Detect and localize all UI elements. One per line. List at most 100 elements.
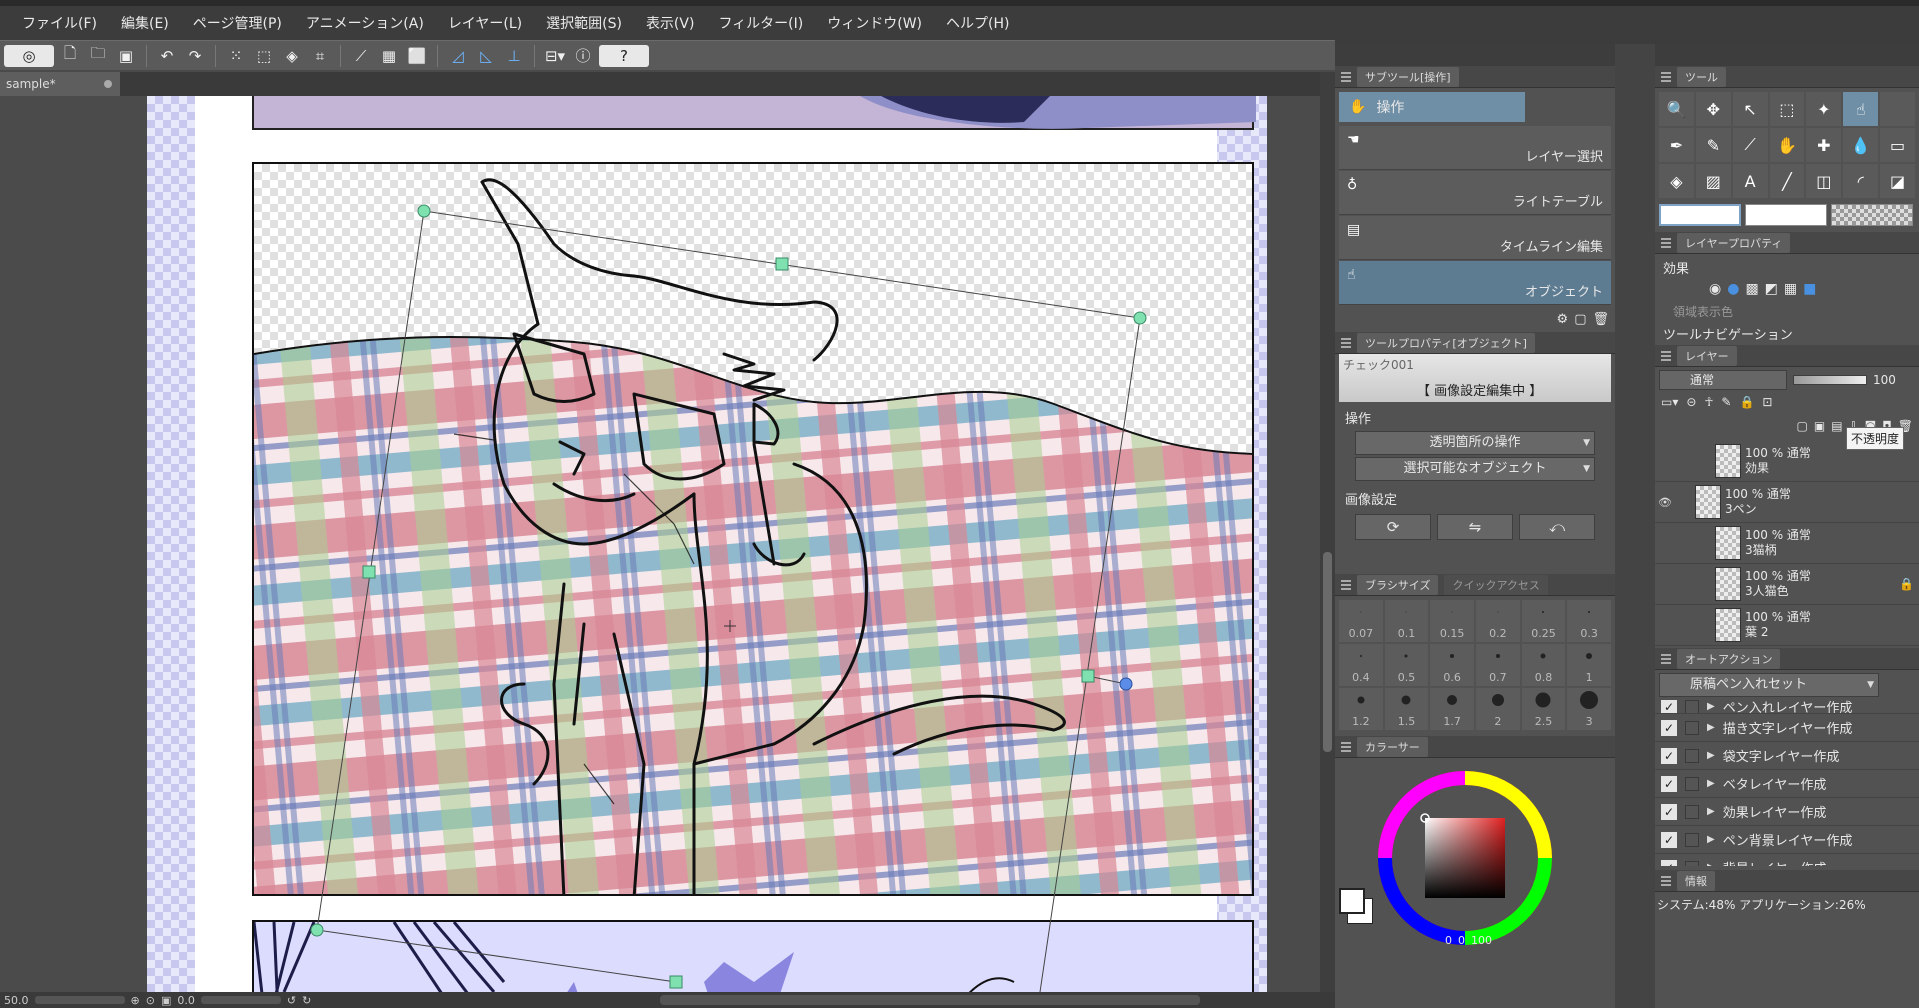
text-tool-icon[interactable]: A <box>1732 164 1768 198</box>
auto-action-tab[interactable]: オートアクション <box>1677 648 1781 669</box>
decoration-tool-icon[interactable]: ✚ <box>1806 128 1842 162</box>
rotate-right-icon[interactable]: ↻ <box>302 994 311 1007</box>
check-icon[interactable]: ✓ <box>1661 775 1677 792</box>
panel-grip-icon[interactable] <box>1661 653 1671 664</box>
menu-view[interactable]: 表示(V) <box>634 13 707 33</box>
layer-row[interactable]: 100 % 通常葉 2 <box>1655 605 1919 646</box>
auto-action-set-dropdown[interactable]: 原稿ペン入れセット <box>1659 673 1879 697</box>
snap-grid-icon[interactable]: ⊥ <box>502 45 526 67</box>
scrollbar-thumb[interactable] <box>1323 552 1332 752</box>
transform-handle-edge[interactable] <box>1081 669 1095 683</box>
menu-animation[interactable]: アニメーション(A) <box>294 13 436 33</box>
menu-layer[interactable]: レイヤー(L) <box>436 13 534 33</box>
brush-size-cell[interactable]: 1.7 <box>1430 688 1474 730</box>
menu-file[interactable]: ファイル(F) <box>10 13 109 33</box>
menu-help[interactable]: ヘルプ(H) <box>934 13 1021 33</box>
check-icon[interactable]: ✓ <box>1661 747 1677 764</box>
layer-color-swatch-icon[interactable]: ■ <box>1803 281 1816 297</box>
subtool-tab[interactable]: サブツール[操作] <box>1357 66 1459 87</box>
layer-row[interactable]: 100 % 通常 3猫柄 <box>1655 523 1919 564</box>
panel-grip-icon[interactable] <box>1661 71 1671 82</box>
opacity-value[interactable]: 100 <box>1873 373 1896 387</box>
layer-property-tab[interactable]: レイヤープロパティ <box>1677 232 1791 253</box>
gradient-tool-icon[interactable]: ▨ <box>1695 164 1731 198</box>
canvas-vertical-scrollbar[interactable] <box>1320 72 1335 992</box>
zoom-slider[interactable] <box>34 996 125 1004</box>
zoom-readout[interactable]: 50.0 <box>4 994 29 1007</box>
new-folder-icon[interactable]: ▤ <box>1831 419 1842 439</box>
layer-tab[interactable]: レイヤー <box>1677 345 1737 366</box>
image-setting-flip-icon[interactable]: ⇋ <box>1437 514 1513 540</box>
expand-icon[interactable]: ▶ <box>1707 778 1715 789</box>
quick-access-tab[interactable]: クイックアクセス <box>1444 574 1548 595</box>
dialog-toggle[interactable] <box>1685 700 1699 713</box>
check-icon[interactable]: ✓ <box>1661 831 1677 848</box>
brush-size-cell[interactable]: 3 <box>1567 688 1611 730</box>
selection-handles-icon[interactable]: ⁙ <box>224 45 248 67</box>
brush-size-cell[interactable]: 0.3 <box>1567 600 1611 642</box>
check-icon[interactable]: ✓ <box>1661 700 1677 713</box>
fill-tool-icon[interactable]: ◈ <box>1659 164 1694 198</box>
panel-grip-icon[interactable] <box>1341 71 1351 82</box>
fit-icon[interactable]: ⊕ <box>131 994 140 1007</box>
brush-size-cell[interactable]: 0.15 <box>1430 600 1474 642</box>
expand-icon[interactable]: ▶ <box>1707 722 1715 733</box>
frame-tool-icon[interactable]: ◫ <box>1806 164 1842 198</box>
pattern-effect-icon[interactable]: ▦ <box>1784 281 1797 297</box>
brush-size-cell[interactable]: 2.5 <box>1521 688 1566 730</box>
subtool-light-table[interactable]: ♁ ライトテーブル <box>1339 171 1611 215</box>
clip-layer-icon[interactable]: ⊝ <box>1686 395 1696 415</box>
menu-window[interactable]: ウィンドウ(W) <box>815 13 934 33</box>
brush-size-tab[interactable]: ブラシサイズ <box>1357 574 1439 595</box>
transform-handle-edge[interactable] <box>362 565 376 579</box>
pencil-tool-icon[interactable]: ✎ <box>1695 128 1731 162</box>
brush-size-cell[interactable]: 0.4 <box>1339 644 1383 686</box>
dialog-toggle[interactable] <box>1685 748 1699 763</box>
transform-handle-corner[interactable] <box>417 204 431 218</box>
subtool-settings-icon[interactable]: ⚙ <box>1557 312 1569 327</box>
check-icon[interactable]: ✓ <box>1661 803 1677 820</box>
auto-action-item[interactable]: ✓ ▶ 効果レイヤー作成 <box>1655 798 1919 826</box>
panel-grip-icon[interactable] <box>1341 741 1351 752</box>
transform-icon[interactable]: ⬚ <box>252 45 276 67</box>
brush-tool-icon[interactable]: ⟋ <box>1732 128 1768 162</box>
object-tool-icon[interactable]: ☝ <box>1843 92 1879 126</box>
snap-special-ruler-icon[interactable]: ◺ <box>474 45 498 67</box>
dialog-toggle[interactable] <box>1685 720 1699 735</box>
tone-effect-icon[interactable]: ▩ <box>1745 281 1758 297</box>
layer-row[interactable]: 100 % 通常 3人猫色 🔒 <box>1655 564 1919 605</box>
brush-size-cell[interactable]: 0.7 <box>1476 644 1520 686</box>
layer-lock-icon[interactable]: 🔒 <box>1899 577 1919 591</box>
brush-size-cell[interactable]: 1 <box>1567 644 1611 686</box>
pen-tool-icon[interactable]: ✒ <box>1659 128 1694 162</box>
rotate-left-icon[interactable]: ↺ <box>287 994 296 1007</box>
move-tool-icon[interactable]: ✥ <box>1695 92 1731 126</box>
brush-size-cell[interactable]: 0.5 <box>1384 644 1429 686</box>
color-wheel-tab[interactable]: カラーサー <box>1357 736 1428 757</box>
expand-icon[interactable]: ▶ <box>1707 806 1715 817</box>
correction-tool-icon[interactable]: ◪ <box>1880 164 1915 198</box>
expand-icon[interactable]: ▶ <box>1707 834 1715 845</box>
auto-action-item[interactable]: ✓ ▶ 袋文字レイヤー作成 <box>1655 742 1919 770</box>
new-raster-layer-icon[interactable]: ▢ <box>1797 419 1808 439</box>
expand-icon[interactable]: ▶ <box>1707 862 1715 866</box>
delete-subtool-icon[interactable]: 🗑 <box>1592 312 1609 327</box>
brush-size-cell[interactable]: 0.25 <box>1521 600 1566 642</box>
panel-grip-icon[interactable] <box>1341 579 1351 590</box>
layer-row[interactable]: 👁 100 % 通常 3ペン <box>1655 482 1919 523</box>
eraser-tool-icon[interactable]: ▭ <box>1880 128 1915 162</box>
subtool-operation-button[interactable]: ✋ 操作 <box>1339 92 1525 122</box>
duplicate-subtool-icon[interactable]: ▢ <box>1574 312 1586 327</box>
snap-ruler-icon[interactable]: ◿ <box>446 45 470 67</box>
mask-effect-icon[interactable]: ◩ <box>1765 281 1778 297</box>
zoom-tool-icon[interactable]: 🔍 <box>1659 92 1694 126</box>
help-icon[interactable]: ? <box>599 44 649 67</box>
transform-handle-corner[interactable] <box>310 923 324 937</box>
hue-ring[interactable] <box>1375 768 1555 948</box>
brush-size-cell[interactable]: 1.2 <box>1339 688 1383 730</box>
transform-handle-edge[interactable] <box>775 257 789 271</box>
menu-page[interactable]: ページ管理(P) <box>181 13 294 33</box>
transform-box-overlay[interactable] <box>0 96 1320 992</box>
subtool-object[interactable]: ☝ オブジェクト <box>1339 261 1611 305</box>
auto-action-item[interactable]: ✓ ▶ 背景レイヤー作成 <box>1655 854 1919 866</box>
